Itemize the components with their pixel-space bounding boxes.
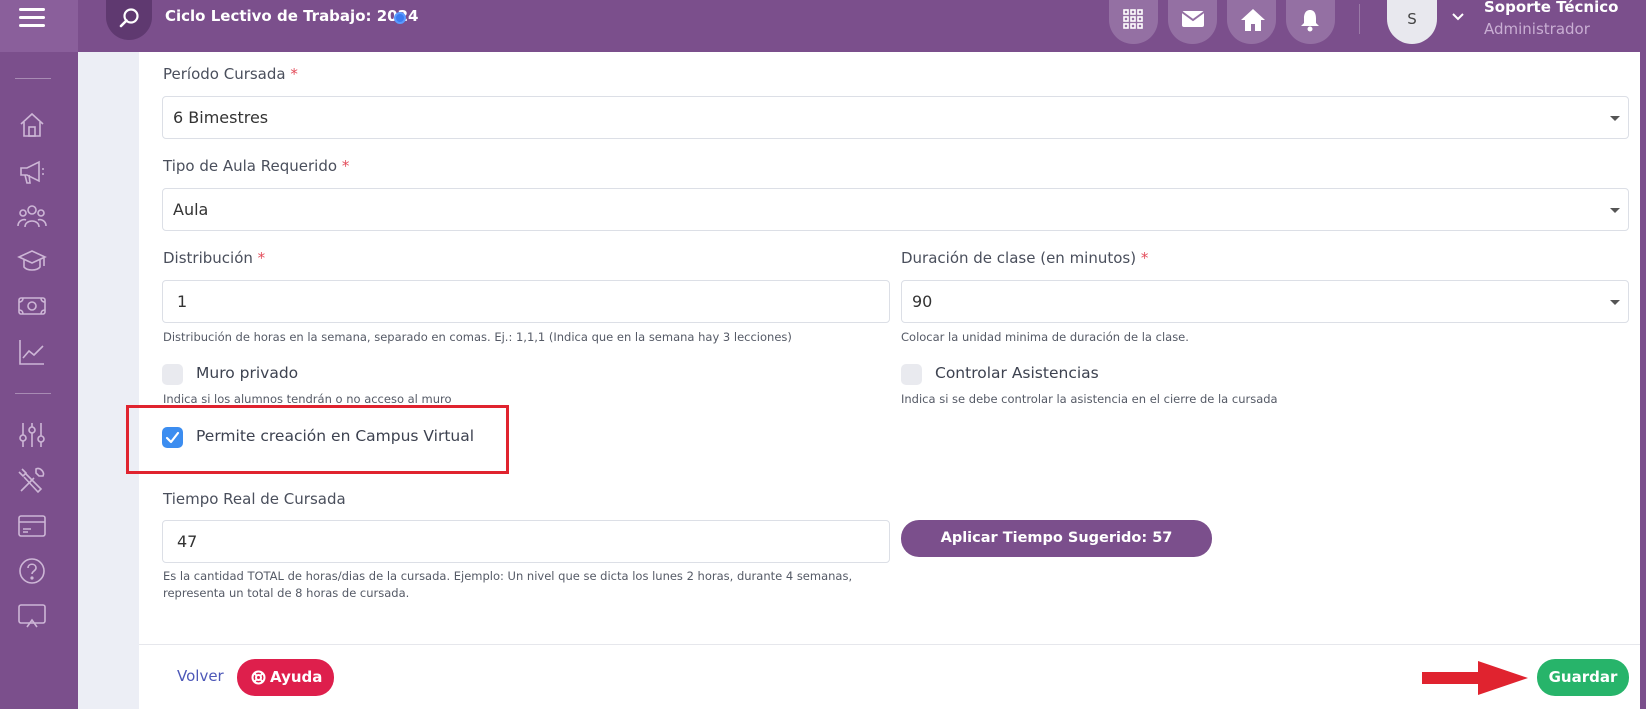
duracion-value: 90 [912, 292, 933, 311]
distribucion-label: Distribución * [163, 249, 266, 267]
distribucion-input[interactable]: 1 [162, 280, 890, 323]
money-icon[interactable] [17, 291, 47, 321]
help-button[interactable]: Ayuda [237, 659, 334, 696]
caret-down-icon [1610, 300, 1620, 305]
annotation-arrow-icon [1422, 661, 1528, 695]
graduation-cap-icon[interactable] [17, 246, 47, 276]
home-button[interactable] [1227, 0, 1276, 44]
cycle-settings-icon[interactable] [394, 12, 406, 24]
apply-suggested-time-button[interactable]: Aplicar Tiempo Sugerido: 57 unidades [901, 520, 1212, 583]
tiempo-real-help: Es la cantidad TOTAL de horas/dias de la… [163, 568, 852, 602]
tipo-aula-select[interactable]: Aula [162, 188, 1629, 231]
save-button[interactable]: Guardar [1537, 659, 1629, 696]
user-name: Soporte Técnico [1484, 0, 1619, 16]
caret-down-icon [1610, 116, 1620, 121]
cycle-title[interactable]: Ciclo Lectivo de Trabajo: 2024 [165, 7, 418, 25]
tipo-aula-label: Tipo de Aula Requerido * [163, 157, 350, 175]
suggest-suffix: unidades [1019, 567, 1094, 583]
hamburger-icon [19, 8, 45, 27]
distribucion-value: 1 [177, 292, 188, 311]
search-icon [119, 8, 139, 28]
duracion-select[interactable]: 90 [901, 280, 1629, 323]
suggest-prefix: Aplicar Tiempo Sugerido: [940, 530, 1148, 546]
user-role: Administrador [1484, 20, 1590, 38]
tools-icon[interactable] [17, 465, 47, 495]
tiempo-real-label: Tiempo Real de Cursada [163, 490, 346, 508]
periodo-select[interactable]: 6 Bimestres [162, 96, 1629, 139]
megaphone-icon[interactable] [17, 156, 47, 186]
messages-button[interactable] [1168, 0, 1217, 44]
controlar-asistencias-checkbox[interactable] [901, 364, 922, 385]
card-icon[interactable] [17, 511, 47, 541]
periodo-label: Período Cursada * [163, 65, 298, 83]
avatar[interactable]: S [1387, 0, 1437, 44]
users-icon[interactable] [17, 201, 47, 231]
controlar-asistencias-label[interactable]: Controlar Asistencias [935, 364, 1099, 382]
tiempo-real-help-line: representa un total de 8 horas de cursad… [163, 586, 410, 600]
caret-down-icon [1610, 208, 1620, 213]
bell-icon [1301, 10, 1319, 32]
top-bar: Ciclo Lectivo de Trabajo: 2024 S Soporte… [0, 0, 1646, 52]
duracion-help: Colocar la unidad minima de duración de … [901, 330, 1189, 344]
apps-button[interactable] [1109, 0, 1158, 44]
sliders-icon[interactable] [17, 420, 47, 450]
duracion-label: Duración de clase (en minutos) * [901, 249, 1149, 267]
screen-icon[interactable] [17, 601, 47, 631]
apps-grid-icon [1123, 9, 1143, 29]
tipo-aula-value: Aula [173, 200, 209, 219]
chevron-down-icon[interactable] [1451, 12, 1465, 22]
form-card [139, 52, 1640, 709]
muro-privado-checkbox[interactable] [162, 364, 183, 385]
header-divider [1359, 4, 1360, 34]
chart-icon[interactable] [17, 337, 47, 367]
sidebar-divider [15, 393, 51, 394]
notifications-button[interactable] [1286, 0, 1335, 44]
mail-icon [1181, 11, 1205, 27]
tiempo-real-value: 47 [177, 532, 198, 551]
controlar-asistencias-help: Indica si se debe controlar la asistenci… [901, 392, 1278, 406]
sidebar [0, 52, 78, 709]
sidebar-divider [15, 78, 51, 79]
lifebuoy-icon [251, 670, 266, 685]
help-button-label: Ayuda [270, 668, 323, 686]
tiempo-real-input[interactable]: 47 [162, 520, 890, 563]
hamburger-menu-button[interactable] [0, 0, 78, 52]
distribucion-help: Distribución de horas en la semana, sepa… [163, 330, 792, 344]
help-icon[interactable] [17, 556, 47, 586]
home-icon [1241, 9, 1265, 31]
suggest-number: 57 [1152, 530, 1173, 546]
annotation-highlight-box [126, 405, 509, 474]
right-edge-strip [1640, 0, 1646, 709]
periodo-value: 6 Bimestres [173, 108, 269, 127]
tiempo-real-help-line: Es la cantidad TOTAL de horas/dias de la… [163, 569, 853, 583]
footer-divider [139, 644, 1640, 645]
home-icon[interactable] [17, 110, 47, 140]
back-link[interactable]: Volver [177, 667, 224, 685]
search-button[interactable] [106, 0, 152, 40]
muro-privado-label[interactable]: Muro privado [196, 364, 298, 382]
